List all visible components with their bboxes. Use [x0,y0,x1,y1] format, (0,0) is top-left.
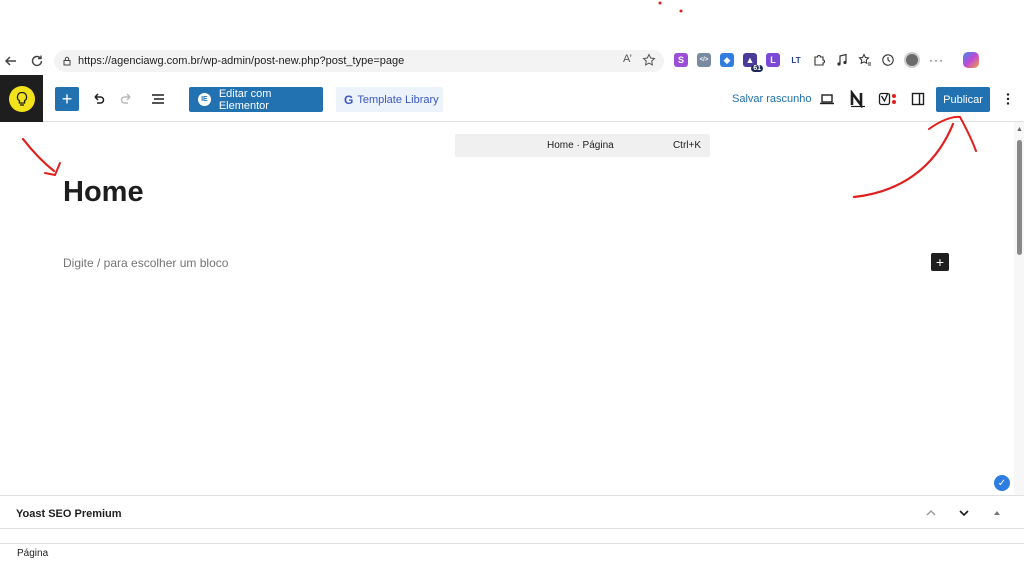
save-draft-button[interactable]: Salvar rascunho [732,93,812,105]
template-library-button[interactable]: G Template Library [336,87,443,112]
editor-header: + IE Editar com Elementor G Template Lib… [0,75,1024,122]
laptop-icon [820,94,834,105]
site-logo-button[interactable] [0,75,43,122]
chevron-up-icon [926,510,936,516]
url-text: https://agenciawg.com.br/wp-admin/post-n… [78,55,405,67]
plus-icon: + [935,254,945,270]
profile-avatar[interactable] [904,52,920,68]
back-button[interactable] [2,52,20,70]
redo-icon [120,93,131,104]
undo-button[interactable] [86,87,110,111]
add-block-button[interactable]: + [931,253,949,271]
more-vertical-icon [1006,93,1010,105]
lock-icon [63,56,71,66]
elementor-icon: IE [198,93,211,106]
reload-button[interactable] [28,52,46,70]
checkmark-icon[interactable]: ✓ [994,475,1010,491]
template-library-icon: G [344,92,354,107]
settings-sidebar-button[interactable] [906,87,930,111]
read-aloud-icon[interactable]: A’ [623,53,632,67]
extension-badge: 61 [751,65,763,72]
options-menu-button[interactable] [996,87,1020,111]
metabox-title[interactable]: Yoast SEO Premium [16,508,122,520]
plus-icon: + [61,89,73,109]
undo-icon [94,93,105,104]
scrollbar-thumb[interactable] [1017,140,1022,255]
notion-button[interactable] [846,87,870,111]
favorites-icon[interactable] [858,53,872,67]
command-shortcut: Ctrl+K [672,140,701,151]
move-down-button[interactable] [955,504,973,522]
extension-s-icon[interactable]: S [674,53,688,67]
breadcrumb[interactable]: Página [17,548,48,559]
document-title: Home · Página [547,140,614,151]
extension-code-icon[interactable]: </> [697,53,711,67]
yoast-button[interactable] [876,87,900,111]
annotation-dot [658,1,662,5]
browser-toolbar: https://agenciawg.com.br/wp-admin/post-n… [0,48,1024,74]
publish-button[interactable]: Publicar [936,87,990,112]
add-block-toggle[interactable]: + [55,87,79,111]
yoast-seo-metabox: Yoast SEO Premium [0,495,1024,529]
scroll-up-icon[interactable]: ▲ [1016,126,1023,133]
chevron-down-icon [959,510,969,517]
yoast-icon [878,92,896,106]
annotation-arrow-left-head [44,162,61,177]
extensions-row: S </> ◆ ▲ 61 L LT ··· [674,52,979,72]
star-icon[interactable] [642,53,656,67]
annotation-arrow-left [21,137,56,173]
sidebar-icon [911,92,925,106]
address-bar[interactable]: https://agenciawg.com.br/wp-admin/post-n… [54,50,664,72]
wordpress-editor-page: https://agenciawg.com.br/wp-admin/post-n… [0,0,1024,562]
caret-up-icon [994,511,1000,515]
redo-button[interactable] [115,87,139,111]
block-breadcrumb-bar: Página [0,543,1024,562]
lightbulb-icon [8,85,35,112]
document-overview-button[interactable] [146,87,170,111]
extension-lt-icon[interactable]: LT [789,53,803,67]
edit-with-elementor-button[interactable]: IE Editar com Elementor [189,87,323,112]
list-view-icon [152,94,164,104]
document-title-bar[interactable]: Home · Página Ctrl+K [455,134,710,157]
arrow-left-icon [4,56,16,66]
annotation-dot [679,9,683,13]
reload-icon [31,55,43,67]
block-placeholder[interactable]: Digite / para escolher um bloco [63,256,228,270]
toggle-panel-button[interactable] [988,504,1006,522]
page-title[interactable]: Home [63,176,144,209]
extension-hat-icon[interactable]: ▲ 61 [743,53,763,72]
preview-button[interactable] [815,87,839,111]
move-up-button[interactable] [922,504,940,522]
history-icon[interactable] [881,53,895,67]
copilot-icon[interactable] [963,52,979,68]
music-note-icon[interactable] [835,53,849,67]
extension-l-icon[interactable]: L [766,53,780,67]
n-logo-icon [850,90,865,108]
puzzle-icon[interactable] [812,53,826,67]
extension-tag-icon[interactable]: ◆ [720,53,734,67]
annotation-arrow-right [852,122,955,199]
editor-scrollbar[interactable]: ▲ [1014,122,1024,495]
more-options-icon[interactable]: ··· [929,53,944,67]
